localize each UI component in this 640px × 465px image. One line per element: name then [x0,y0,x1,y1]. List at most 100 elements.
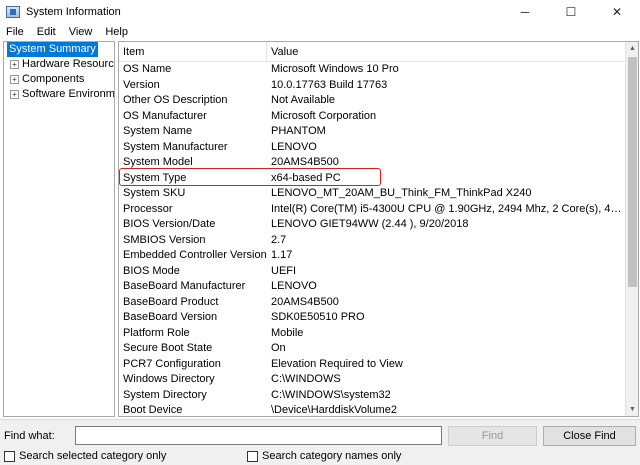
table-row[interactable]: OS Manufacturer Microsoft Corporation [119,109,627,125]
menu-help[interactable]: Help [105,26,128,38]
table-row[interactable]: BaseBoard Product 20AMS4B500 [119,295,627,311]
tree-item-label: Components [22,73,85,85]
row-value-cell: 2.7 [271,233,287,246]
details-list: Item Value OS Name Microsoft Windows 10 P… [118,41,639,417]
search-category-names-option[interactable]: Search category names only [247,449,401,463]
table-row[interactable]: BIOS Version/Date LENOVO GIET94WW (2.44 )… [119,217,627,233]
main-content: System Summary + Hardware Resources + Co… [0,40,640,419]
table-row[interactable]: Windows Directory C:\WINDOWS [119,372,627,388]
checkbox-label: Search selected category only [19,450,167,462]
row-item-cell: Processor [123,202,173,215]
scrollbar-thumb[interactable] [628,57,637,287]
tree-item-label: Hardware Resources [22,58,115,70]
row-item-cell: BaseBoard Product [123,295,219,308]
scroll-down-icon[interactable]: ▼ [626,403,638,416]
row-item-cell: Other OS Description [123,94,228,106]
row-value-cell: C:\WINDOWS\system32 [271,388,391,401]
row-value-cell: UEFI [271,264,297,277]
table-row[interactable]: SMBIOS Version 2.7 [119,233,627,249]
table-row[interactable]: OS Name Microsoft Windows 10 Pro [119,62,627,78]
table-row[interactable]: System Directory C:\WINDOWS\system32 [119,388,627,404]
find-input[interactable] [75,426,442,445]
row-value-cell: PHANTOM [271,125,326,137]
row-item-cell: BIOS Mode [123,264,180,277]
row-value-cell: 1.17 [271,249,293,261]
row-value-cell: Intel(R) Core(TM) i5-4300U CPU @ 1.90GHz… [271,202,623,215]
row-value-cell: Elevation Required to View [271,357,403,370]
row-item-cell: System Directory [123,388,207,401]
table-row[interactable]: BaseBoard Version SDK0E50510 PRO [119,310,627,326]
tree-item-system-summary[interactable]: System Summary [4,42,114,57]
tree-item-label: Software Environment [22,88,115,100]
table-row[interactable]: System Name PHANTOM [119,124,627,140]
column-header-value[interactable]: Value [267,42,298,62]
table-row[interactable]: Processor Intel(R) Core(TM) i5-4300U CPU … [119,202,627,218]
row-value-cell: LENOVO_MT_20AM_BU_Think_FM_ThinkPad X240 [271,187,532,199]
row-value-cell: 10.0.17763 Build 17763 [271,78,388,91]
scroll-up-icon[interactable]: ▲ [626,42,638,55]
table-row[interactable]: Embedded Controller Version 1.17 [119,248,627,264]
table-row[interactable]: Boot Device \Device\HarddiskVolume2 [119,403,627,416]
table-row[interactable]: System Model 20AMS4B500 [119,155,627,171]
row-value-cell: Microsoft Windows 10 Pro [271,63,399,75]
expand-icon[interactable]: + [10,90,19,99]
minimize-icon: ─ [520,4,530,19]
minimize-button[interactable]: ─ [502,0,548,23]
table-row[interactable]: Other OS Description Not Available [119,93,627,109]
table-row[interactable]: System Manufacturer LENOVO [119,140,627,156]
row-item-cell: System Name [123,125,193,137]
title-bar: System Information ─ ☐ ✕ [0,0,640,23]
close-button[interactable]: ✕ [594,0,640,23]
row-item-cell: OS Manufacturer [123,109,207,122]
search-selected-category-checkbox[interactable] [4,450,15,462]
row-item-cell: Platform Role [123,326,190,339]
vertical-scrollbar[interactable]: ▲ ▼ [625,42,638,416]
row-value-cell: \Device\HarddiskVolume2 [271,404,397,416]
column-header-item[interactable]: Item [119,42,267,62]
row-item-cell: Embedded Controller Version [123,249,267,261]
table-row[interactable]: Platform Role Mobile [119,326,627,342]
table-row[interactable]: BaseBoard Manufacturer LENOVO [119,279,627,295]
system-information-app-icon [6,5,20,18]
row-item-cell: System SKU [123,187,186,199]
list-rows: OS Name Microsoft Windows 10 Pro Version 10… [119,62,627,416]
tree-item-components[interactable]: + Components [4,72,114,87]
row-value-cell: LENOVO [271,140,317,153]
tree-item-hardware-resources[interactable]: + Hardware Resources [4,57,114,72]
find-button[interactable]: Find [448,426,537,446]
table-row[interactable]: System Type x64-based PC [119,171,627,187]
row-item-cell: System Model [123,156,193,168]
table-row[interactable]: Secure Boot State On [119,341,627,357]
search-selected-category-option[interactable]: Search selected category only [4,449,166,463]
find-what-label: Find what: [4,430,55,442]
checkbox-label: Search category names only [262,450,402,462]
table-row[interactable]: PCR7 Configuration Elevation Required to … [119,357,627,373]
row-item-cell: Boot Device [123,404,183,416]
category-tree: System Summary + Hardware Resources + Co… [3,41,115,417]
row-item-cell: BaseBoard Version [123,311,218,323]
menu-edit[interactable]: Edit [37,26,56,38]
row-value-cell: SDK0E50510 PRO [271,311,365,323]
table-row[interactable]: BIOS Mode UEFI [119,264,627,280]
tree-item-software-environment[interactable]: + Software Environment [4,87,114,102]
table-row[interactable]: Version 10.0.17763 Build 17763 [119,78,627,94]
window-title: System Information [26,5,121,18]
expand-icon[interactable]: + [10,75,19,84]
find-bar: Find what: Find Close Find Search select… [0,419,640,465]
row-item-cell: OS Name [123,63,172,75]
menu-file[interactable]: File [6,26,24,38]
menu-view[interactable]: View [69,26,93,38]
row-value-cell: On [271,342,286,354]
expand-icon[interactable]: + [10,60,19,69]
maximize-button[interactable]: ☐ [548,0,594,23]
row-value-cell: Microsoft Corporation [271,109,377,122]
close-find-button[interactable]: Close Find [543,426,636,446]
row-item-cell: System Type [123,171,187,184]
maximize-icon: ☐ [565,4,577,19]
table-row[interactable]: System SKU LENOVO_MT_20AM_BU_Think_FM_Thi… [119,186,627,202]
row-value-cell: LENOVO GIET94WW (2.44 ), 9/20/2018 [271,218,469,230]
row-item-cell: System Manufacturer [123,140,228,153]
row-item-cell: Version [123,78,160,91]
close-icon: ✕ [611,4,623,19]
search-category-names-checkbox[interactable] [247,450,258,462]
